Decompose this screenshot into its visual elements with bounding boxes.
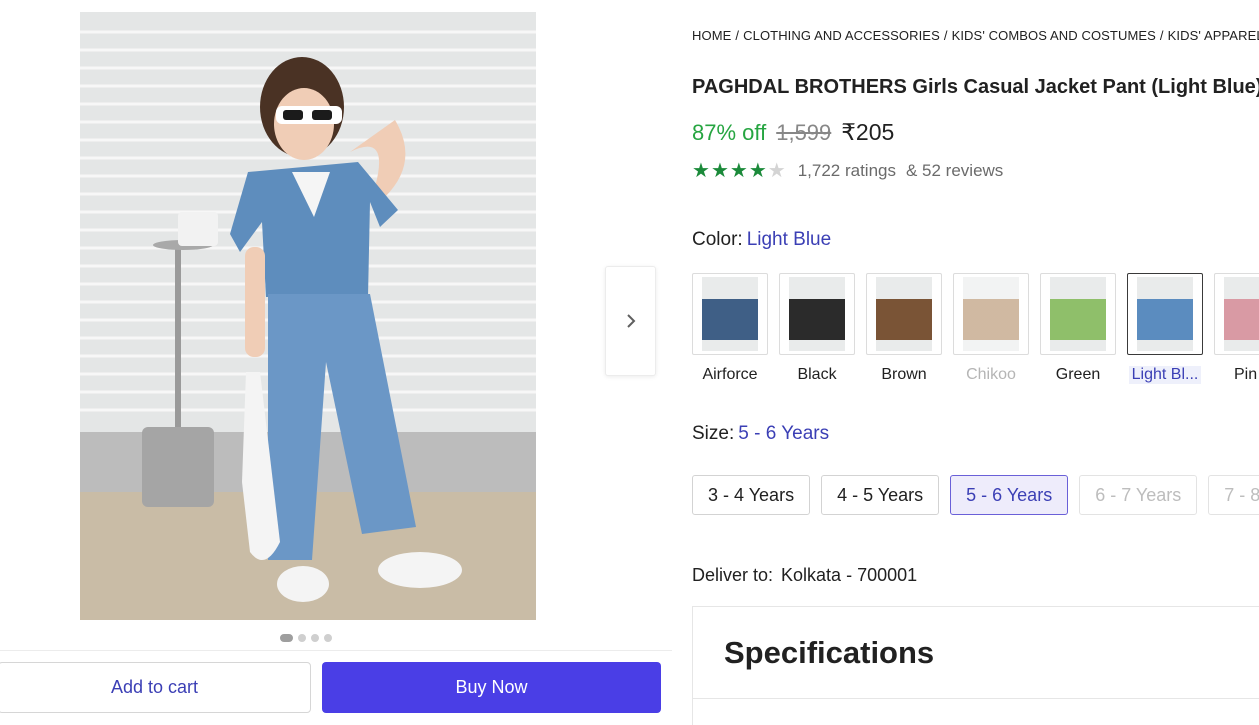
swatch-label: Airforce: [702, 366, 758, 383]
reviews-count[interactable]: & 52 reviews: [906, 161, 1003, 181]
product-title: PAGHDAL BROTHERS Girls Casual Jacket Pan…: [692, 76, 1259, 98]
breadcrumb-separator: /: [943, 28, 948, 43]
breadcrumb-kids-combos[interactable]: KIDS' COMBOS AND COSTUMES: [952, 28, 1156, 43]
rating-stars: ★ ★ ★ ★ ★: [692, 161, 786, 181]
gallery-dot[interactable]: [311, 634, 319, 642]
size-option-7-8-years[interactable]: 7 - 8 Years: [1208, 475, 1259, 515]
color-swatch-black[interactable]: Black: [779, 273, 855, 389]
size-selector-label: Size: 5 - 6 Years: [692, 423, 829, 445]
price-row: 87% off 1,599 ₹205: [692, 119, 894, 146]
gallery-dot[interactable]: [324, 634, 332, 642]
size-option-list: 3 - 4 Years 4 - 5 Years 5 - 6 Years 6 - …: [692, 475, 1259, 515]
swatch-label: Chikoo: [966, 366, 1016, 383]
selected-size: 5 - 6 Years: [738, 423, 830, 444]
breadcrumb-home[interactable]: HOME: [692, 28, 731, 43]
swatch-thumbnail: [702, 277, 758, 351]
breadcrumb-separator: /: [1159, 28, 1164, 43]
specifications-title: Specifications: [724, 635, 935, 670]
gallery-next-button[interactable]: [605, 266, 656, 376]
gallery-pagination: [280, 634, 332, 642]
purchase-action-bar: Add to cart Buy Now: [0, 650, 672, 725]
selected-color: Light Blue: [746, 229, 832, 250]
swatch-label: Light Bl...: [1128, 366, 1202, 384]
swatch-thumbnail: [1224, 277, 1259, 351]
size-option-4-5-years[interactable]: 4 - 5 Years: [821, 475, 940, 515]
breadcrumb-kids-apparel[interactable]: KIDS' APPAREL COMBOS: [1168, 28, 1259, 43]
color-swatch-light-blue[interactable]: Light Bl...: [1127, 273, 1203, 389]
section-divider: [693, 698, 1259, 699]
color-swatch-airforce[interactable]: Airforce: [692, 273, 768, 389]
color-swatch-list: Airforce Black Brown Chikoo Green Light …: [692, 273, 1259, 389]
original-price: 1,599: [776, 120, 832, 145]
star-filled-icon: ★: [748, 160, 767, 182]
swatch-label: Brown: [881, 366, 927, 383]
swatch-thumbnail: [963, 277, 1019, 351]
color-selector-label: Color: Light Blue: [692, 229, 831, 251]
swatch-image-frame: [692, 273, 768, 355]
swatch-label: Black: [797, 366, 837, 383]
swatch-thumbnail: [1050, 277, 1106, 351]
delivery-pincode[interactable]: Kolkata - 700001: [781, 565, 917, 585]
star-filled-icon: ★: [692, 160, 710, 182]
rating-row[interactable]: ★ ★ ★ ★ ★ 1,722 ratings & 52 reviews: [692, 161, 1003, 181]
swatch-image-frame: [1040, 273, 1116, 355]
swatch-image-frame: [1127, 273, 1203, 355]
selling-price: ₹205: [841, 119, 895, 145]
swatch-image-frame: [779, 273, 855, 355]
size-label: Size:: [692, 423, 735, 444]
color-label: Color:: [692, 229, 743, 250]
swatch-image-frame: [866, 273, 942, 355]
color-swatch-chikoo[interactable]: Chikoo: [953, 273, 1029, 389]
discount-percent: 87% off: [692, 120, 767, 145]
breadcrumb-separator: /: [735, 28, 740, 43]
specifications-section: Specifications: [692, 606, 1259, 725]
star-filled-icon: ★: [729, 160, 748, 182]
gallery-dot[interactable]: [280, 634, 293, 642]
size-option-5-6-years[interactable]: 5 - 6 Years: [950, 475, 1069, 515]
star-filled-icon: ★: [710, 160, 729, 182]
color-swatch-pink[interactable]: Pin: [1214, 273, 1259, 389]
ratings-count[interactable]: 1,722 ratings: [798, 161, 896, 181]
color-swatch-brown[interactable]: Brown: [866, 273, 942, 389]
chevron-right-icon: [626, 314, 635, 328]
breadcrumb: HOME / CLOTHING AND ACCESSORIES / KIDS' COMB…: [692, 28, 1259, 43]
delivery-label: Deliver to:: [692, 565, 774, 585]
swatch-label: Pin: [1234, 366, 1258, 383]
size-option-3-4-years[interactable]: 3 - 4 Years: [692, 475, 811, 515]
product-image[interactable]: [80, 12, 536, 620]
swatch-thumbnail: [789, 277, 845, 351]
delivery-location[interactable]: Deliver to: Kolkata - 700001: [692, 565, 917, 586]
color-swatch-green[interactable]: Green: [1040, 273, 1116, 389]
swatch-image-frame: [1214, 273, 1259, 355]
product-details-panel: HOME / CLOTHING AND ACCESSORIES / KIDS' COMB…: [692, 0, 1259, 725]
star-empty-icon: ★: [767, 160, 786, 182]
swatch-thumbnail: [1137, 277, 1193, 351]
swatch-label: Green: [1055, 366, 1101, 383]
gallery-dot[interactable]: [298, 634, 306, 642]
size-option-6-7-years[interactable]: 6 - 7 Years: [1079, 475, 1198, 515]
breadcrumb-clothing[interactable]: CLOTHING AND ACCESSORIES: [743, 28, 940, 43]
swatch-image-frame: [953, 273, 1029, 355]
swatch-thumbnail: [876, 277, 932, 351]
buy-now-button[interactable]: Buy Now: [322, 662, 661, 713]
add-to-cart-button[interactable]: Add to cart: [0, 662, 311, 713]
product-photo-illustration: [80, 12, 536, 620]
